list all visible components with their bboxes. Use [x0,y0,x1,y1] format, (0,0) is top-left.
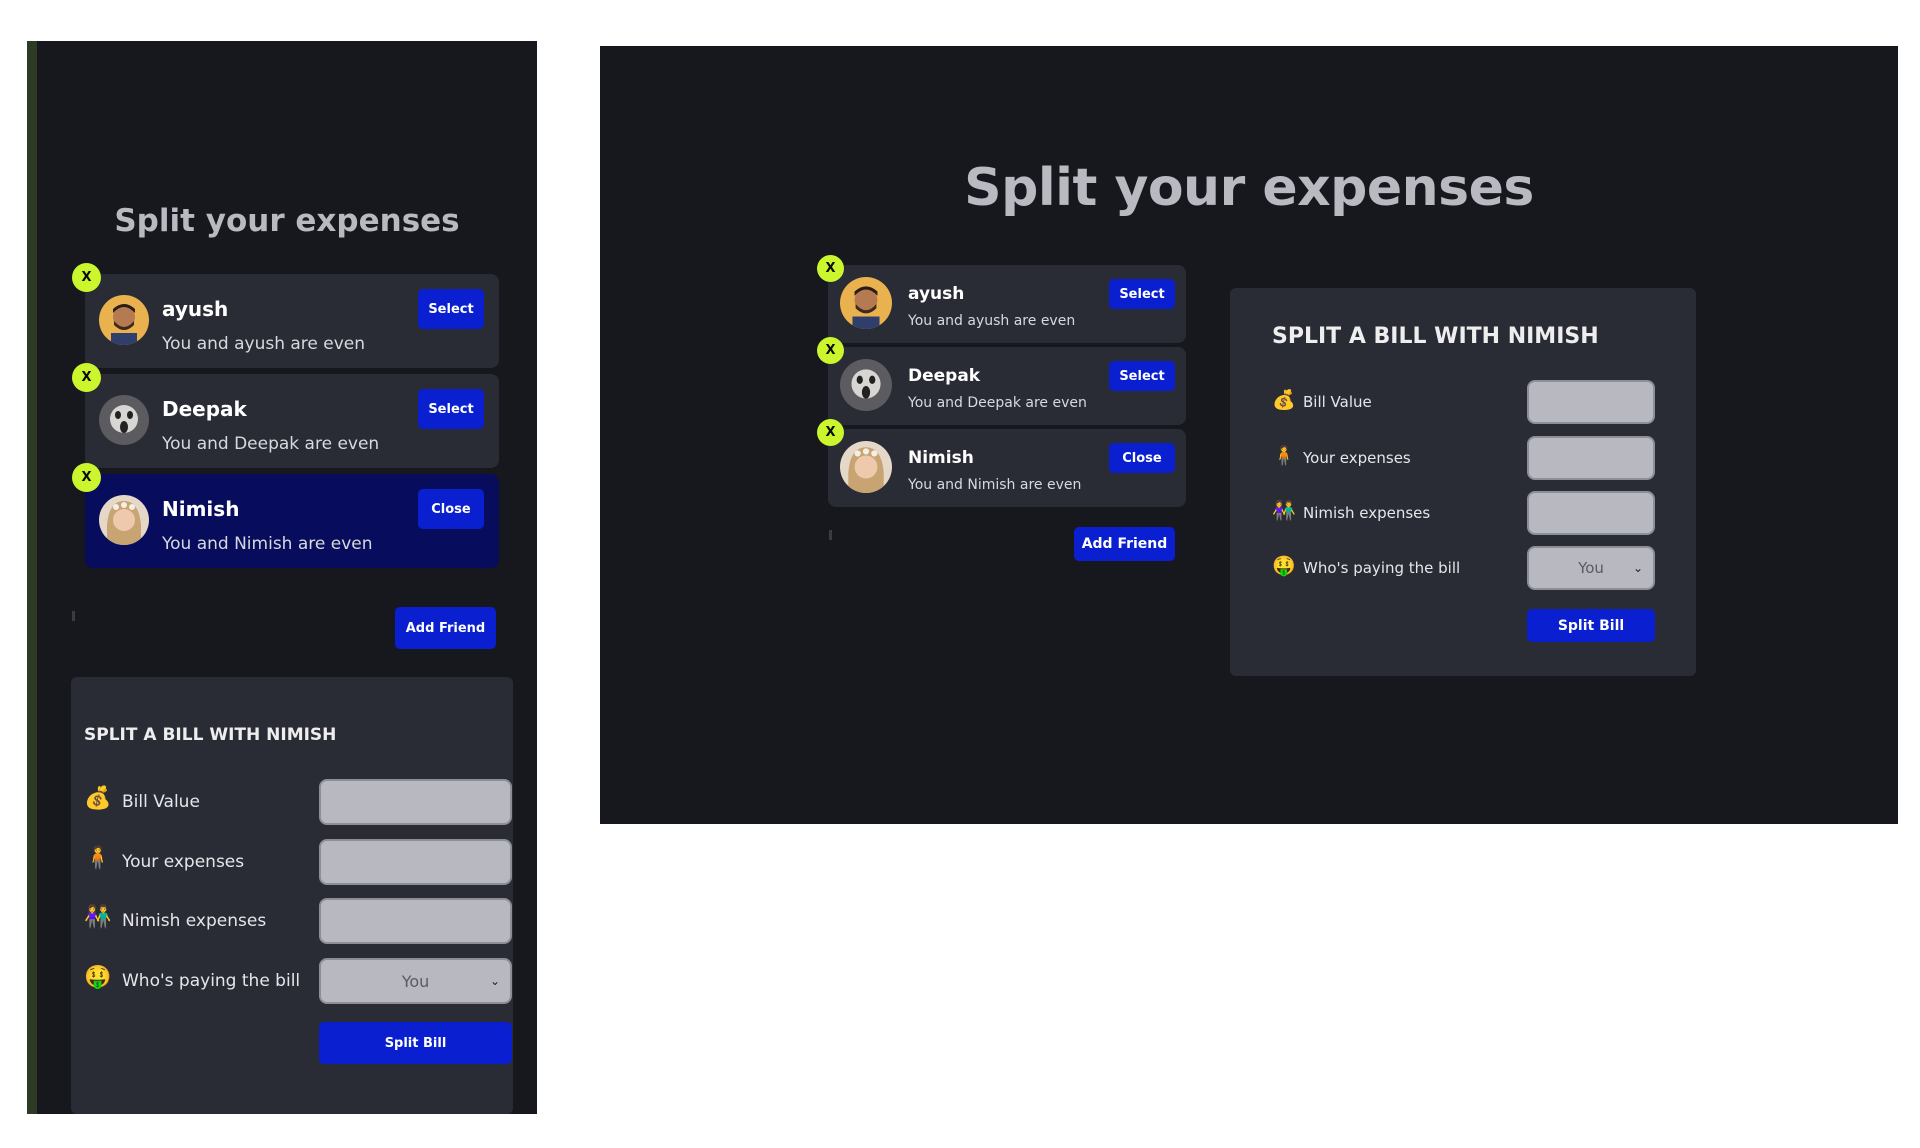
remove-friend-button[interactable]: X [72,263,101,292]
payer-label: Who's paying the bill [1303,559,1461,577]
split-bill-form: SPLIT A BILL WITH NIMISH 💰 Bill Value 🧍 … [1230,288,1696,676]
cursor-mark [829,530,832,540]
close-friend-button[interactable]: Close [1109,443,1175,473]
select-friend-button[interactable]: Select [1109,279,1175,309]
friend-card-nimish: Nimish You and Nimish are even Close [85,474,499,568]
payer-select[interactable]: You ⌄ [319,958,512,1004]
people-holding-hands-icon: 👫 [84,905,112,930]
avatar [99,395,149,445]
chevron-down-icon: ⌄ [489,974,500,988]
person-icon: 🧍 [1272,445,1296,467]
avatar [840,359,892,411]
remove-friend-button[interactable]: X [817,337,844,364]
friend-balance-status: You and Deepak are even [162,434,380,454]
select-friend-button[interactable]: Select [1109,361,1175,391]
your-expenses-input[interactable] [1527,436,1655,480]
friend-name: ayush [162,297,229,321]
remove-friend-button[interactable]: X [817,419,844,446]
friend-name: Deepak [162,397,247,421]
your-expenses-label: Your expenses [1303,449,1411,467]
friend-balance-status: You and Nimish are even [908,477,1082,493]
friend-name: Nimish [908,448,974,468]
avatar [99,495,149,545]
bill-value-row: 💰 Bill Value [71,779,513,825]
friend-expenses-label: Nimish expenses [1303,504,1431,522]
avatar [99,295,149,345]
friend-balance-status: You and ayush are even [162,334,366,354]
friend-card-nimish: Nimish You and Nimish are even Close [828,429,1186,507]
add-friend-button[interactable]: Add Friend [395,607,496,649]
friend-card-deepak: Deepak You and Deepak are even Select [85,374,499,468]
friend-expenses-row: 👫 Nimish expenses [1230,491,1696,535]
remove-friend-button[interactable]: X [817,255,844,282]
money-bag-icon: 💰 [1272,389,1296,411]
page-title: Split your expenses [114,203,460,239]
friend-card-deepak: Deepak You and Deepak are even Select [828,347,1186,425]
form-title: SPLIT A BILL WITH NIMISH [1272,324,1599,349]
friend-balance-status: You and Deepak are even [908,395,1087,411]
select-friend-button[interactable]: Select [418,389,484,429]
payer-selected-value: You [401,971,430,991]
mobile-screenshot: Split your expenses ayush You and ayush … [27,41,537,1114]
friend-card-ayush: ayush You and ayush are even Select [828,265,1186,343]
scream-face-avatar-icon [840,359,892,411]
avatar [840,441,892,493]
add-friend-button[interactable]: Add Friend [1074,527,1175,561]
close-friend-button[interactable]: Close [418,489,484,529]
chevron-down-icon: ⌄ [1632,561,1643,575]
your-expenses-row: 🧍 Your expenses [71,839,513,885]
woman-flower-crown-avatar-icon [99,495,149,545]
money-mouth-face-icon: 🤑 [84,965,112,990]
bill-value-label: Bill Value [1303,393,1372,411]
bill-value-row: 💰 Bill Value [1230,380,1696,424]
friend-name: ayush [908,284,965,304]
form-title: SPLIT A BILL WITH NIMISH [84,725,337,745]
bill-value-input[interactable] [319,779,512,825]
payer-selected-value: You [1578,559,1604,577]
friend-expenses-row: 👫 Nimish expenses [71,898,513,944]
people-holding-hands-icon: 👫 [1272,500,1296,522]
scream-face-avatar-icon [99,395,149,445]
friend-expenses-input[interactable] [319,898,512,944]
avatar [840,277,892,329]
split-bill-form: SPLIT A BILL WITH NIMISH 💰 Bill Value 🧍 … [71,677,513,1114]
friend-expenses-input[interactable] [1527,491,1655,535]
your-expenses-input[interactable] [319,839,512,885]
money-mouth-face-icon: 🤑 [1272,555,1296,577]
your-expenses-row: 🧍 Your expenses [1230,436,1696,480]
man-avatar-icon [99,295,149,345]
friend-name: Nimish [162,497,240,521]
your-expenses-label: Your expenses [122,852,245,872]
cursor-mark [72,611,75,621]
woman-flower-crown-avatar-icon [840,441,892,493]
window-edge [27,41,37,1114]
split-bill-button[interactable]: Split Bill [319,1022,512,1064]
remove-friend-button[interactable]: X [72,463,101,492]
bill-value-input[interactable] [1527,380,1655,424]
money-bag-icon: 💰 [84,786,112,811]
split-bill-button[interactable]: Split Bill [1527,609,1655,642]
person-icon: 🧍 [84,846,112,871]
payer-row: 🤑 Who's paying the bill You ⌄ [1230,546,1696,590]
payer-row: 🤑 Who's paying the bill You ⌄ [71,958,513,1004]
payer-label: Who's paying the bill [122,971,301,991]
bill-value-label: Bill Value [122,792,200,812]
remove-friend-button[interactable]: X [72,363,101,392]
page-title: Split your expenses [964,158,1534,218]
friend-balance-status: You and Nimish are even [162,534,373,554]
desktop-screenshot: Split your expenses ayush You and ayush … [600,46,1898,824]
friend-expenses-label: Nimish expenses [122,911,267,931]
select-friend-button[interactable]: Select [418,289,484,329]
man-avatar-icon [840,277,892,329]
friend-card-ayush: ayush You and ayush are even Select [85,274,499,368]
payer-select[interactable]: You ⌄ [1527,546,1655,590]
friend-name: Deepak [908,366,981,386]
friend-balance-status: You and ayush are even [908,313,1076,329]
